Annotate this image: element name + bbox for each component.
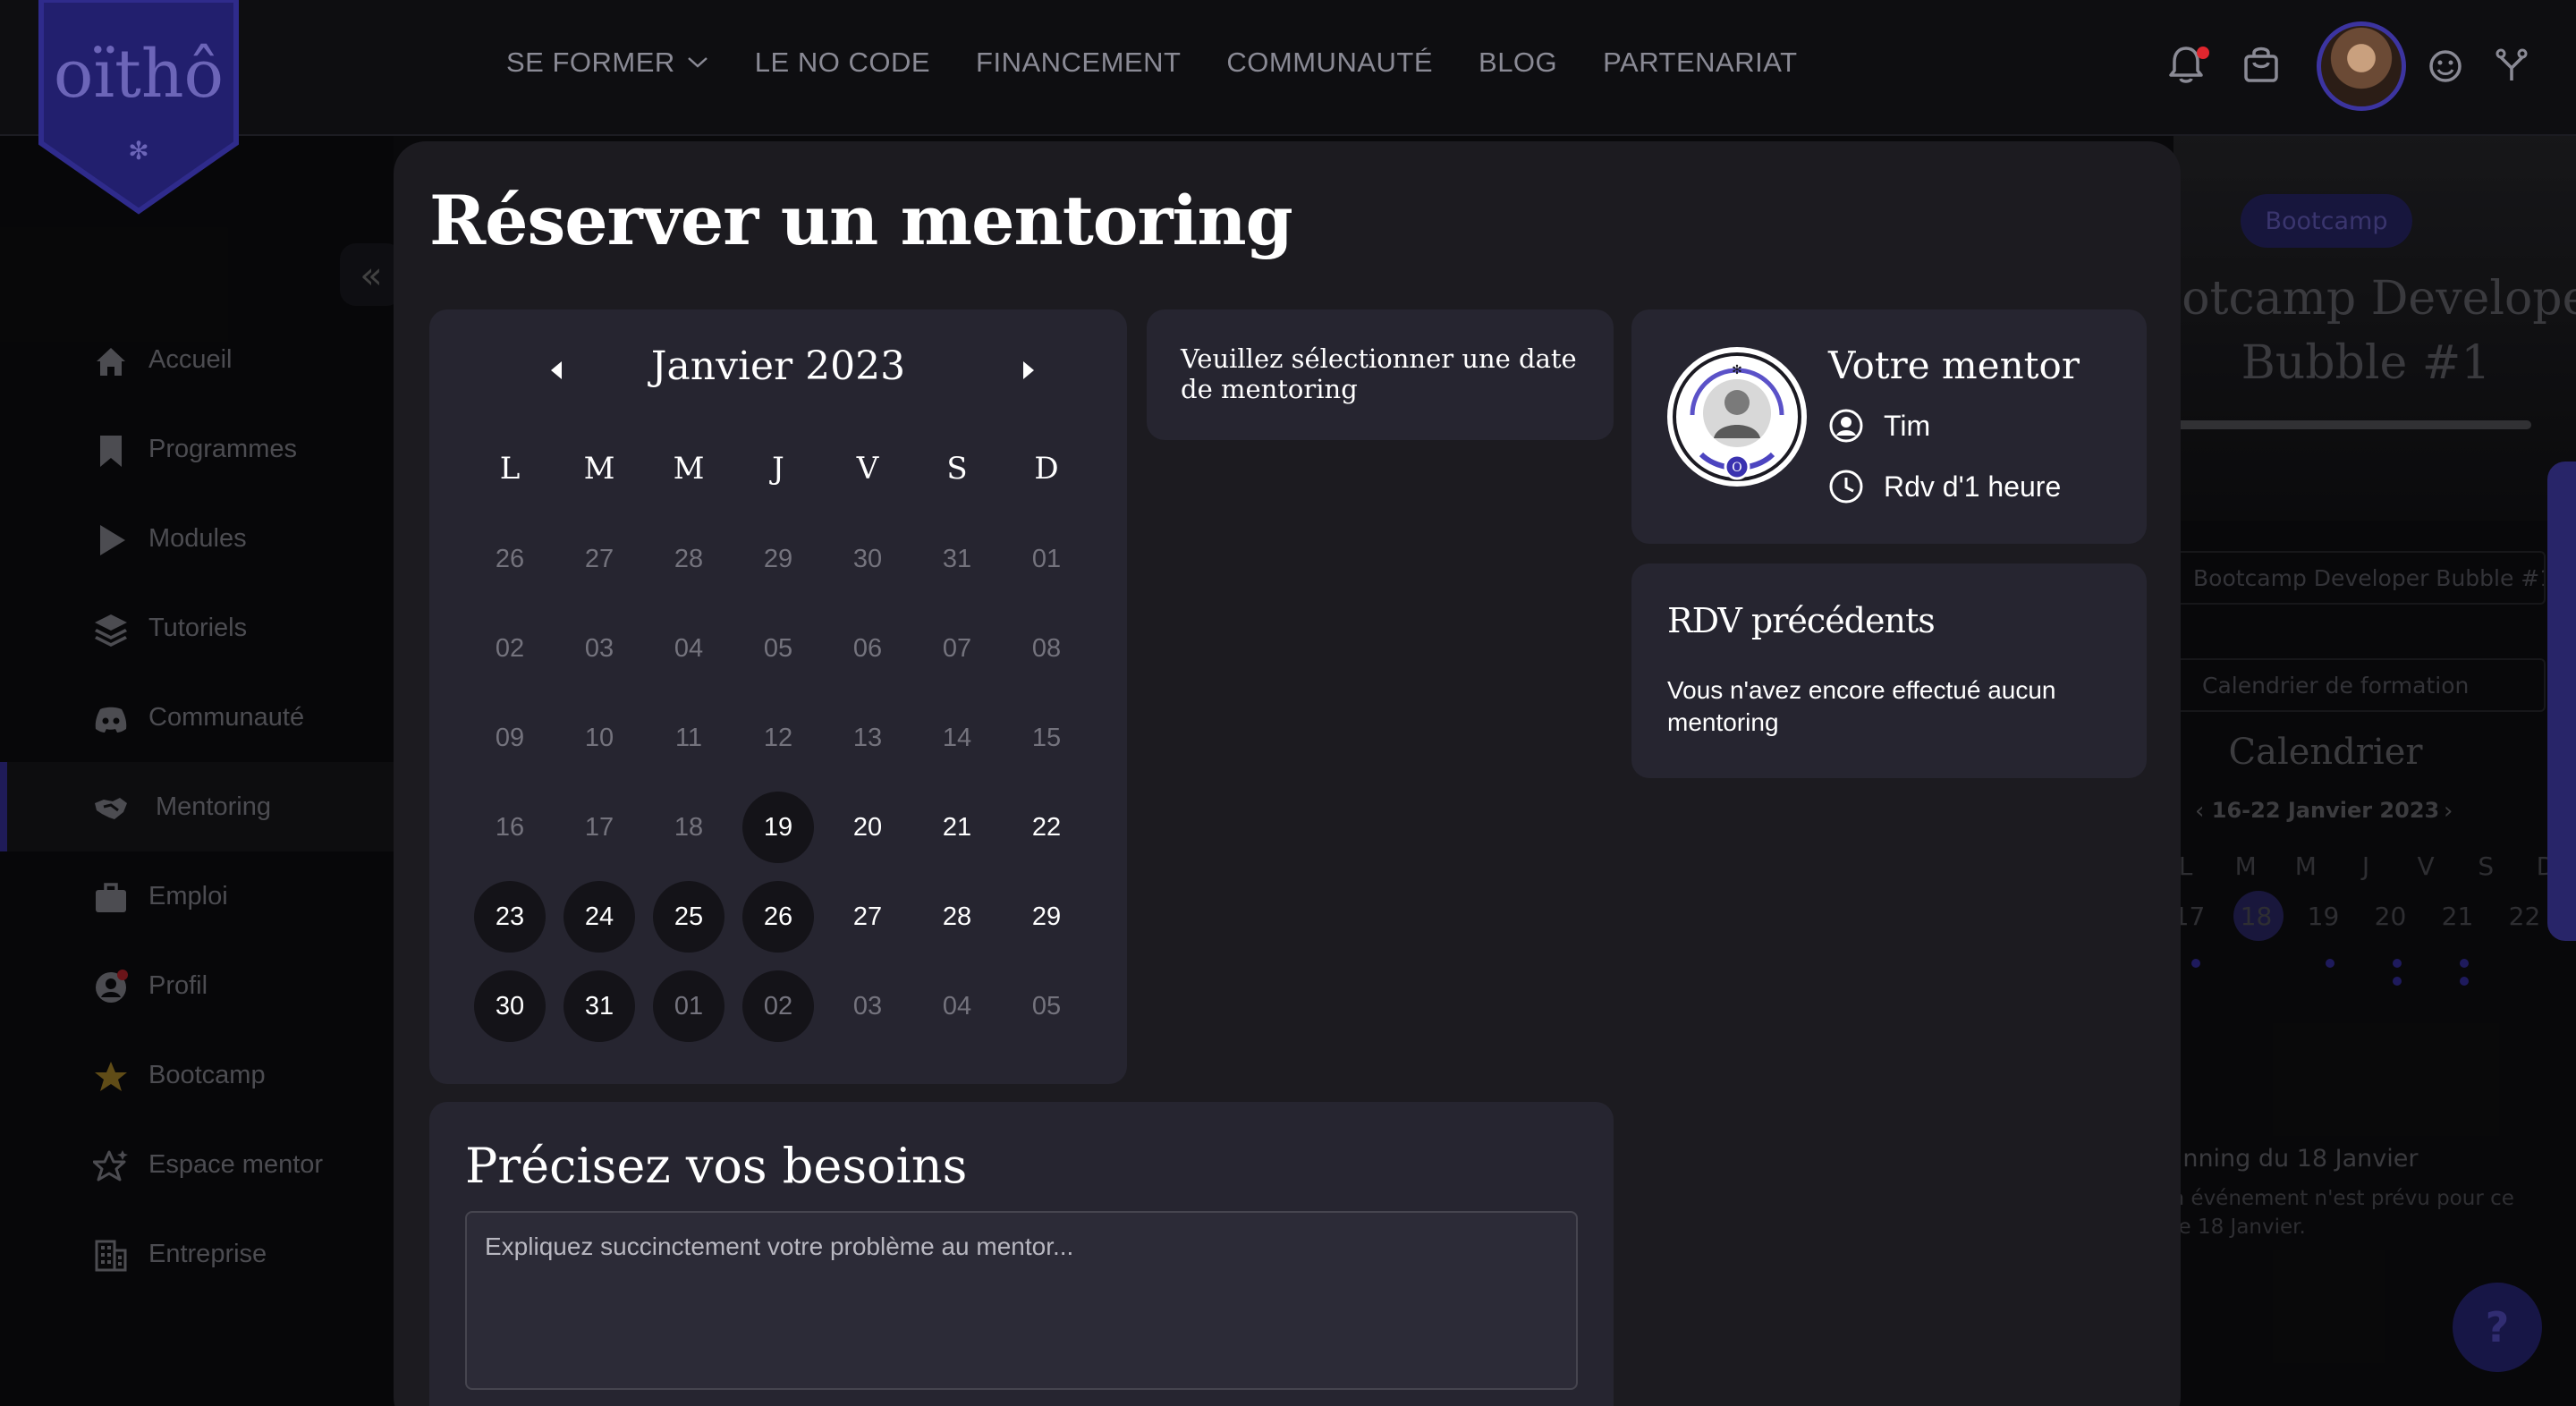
needs-card: Précisez vos besoins bbox=[429, 1102, 1614, 1406]
calendar-day: 16 bbox=[495, 812, 525, 842]
svg-text:O: O bbox=[1732, 461, 1741, 475]
booking-modal: Réserver un mentoring Janvier 2023 LMMJV… bbox=[394, 141, 2181, 1406]
mentor-photo: O ✻ bbox=[1665, 345, 1809, 488]
nav-label: PARTENARIAT bbox=[1603, 47, 1798, 78]
avatar[interactable] bbox=[2317, 21, 2406, 111]
nav-blog[interactable]: BLOG bbox=[1479, 47, 1557, 79]
notification-dot bbox=[2197, 47, 2209, 59]
mentor-name: Tim bbox=[1884, 409, 1931, 442]
mentor-duration-row: Rdv d'1 heure bbox=[1828, 469, 2061, 504]
calendar-day: 11 bbox=[674, 723, 703, 752]
calendar-day: 10 bbox=[584, 723, 614, 752]
calendar-day: 12 bbox=[763, 723, 793, 752]
shopping-bag-icon[interactable] bbox=[2241, 45, 2281, 84]
nav-label: BLOG bbox=[1479, 47, 1558, 78]
calendar-day: 27 bbox=[584, 544, 614, 573]
available-day[interactable]: 30 bbox=[474, 970, 546, 1042]
calendar-day: 08 bbox=[1031, 633, 1062, 663]
main-nav: SE FORMER LE NO CODE FINANCEMENT COMMUNA… bbox=[506, 47, 1843, 79]
logo-text: oïthô bbox=[54, 36, 224, 113]
calendar-day: 06 bbox=[852, 633, 883, 663]
othos-logo[interactable]: oïthô ✻ bbox=[38, 0, 240, 215]
calendar-day: 05 bbox=[1031, 991, 1062, 1021]
calendar-day: 02 bbox=[495, 633, 525, 663]
calendar-day: 13 bbox=[852, 723, 883, 752]
available-day[interactable]: 02 bbox=[742, 970, 814, 1042]
clock-icon bbox=[1829, 470, 1863, 504]
calendar-day: 28 bbox=[674, 544, 704, 573]
svg-text:✻: ✻ bbox=[128, 136, 148, 165]
date-prompt-card: Veuillez sélectionner une date de mentor… bbox=[1147, 309, 1614, 440]
mentor-name-row: Tim bbox=[1828, 408, 1930, 444]
weekday-label: M bbox=[673, 451, 705, 487]
mentor-title: Votre mentor bbox=[1828, 343, 2080, 387]
available-day[interactable]: 19 bbox=[742, 792, 814, 863]
weekday-label: D bbox=[1034, 451, 1059, 487]
previous-appointments-title: RDV précédents bbox=[1667, 601, 1936, 640]
calendar-day: 15 bbox=[1031, 723, 1062, 752]
weekday-label: V bbox=[856, 451, 879, 487]
calendar-day: 29 bbox=[763, 544, 793, 573]
calendar-day: 07 bbox=[942, 633, 972, 663]
calendar-day: 30 bbox=[852, 544, 883, 573]
next-month-button[interactable] bbox=[1020, 360, 1036, 381]
mentor-card: O ✻ Votre mentor Tim Rdv d'1 heure bbox=[1631, 309, 2147, 544]
calendar-day[interactable]: 21 bbox=[921, 792, 993, 863]
available-day[interactable]: 24 bbox=[564, 881, 635, 953]
date-prompt: Veuillez sélectionner une date de mentor… bbox=[1181, 343, 1577, 404]
nav-partenariat[interactable]: PARTENARIAT bbox=[1603, 47, 1797, 79]
calendar-day: 18 bbox=[674, 812, 704, 842]
nav-label: SE FORMER bbox=[506, 47, 675, 78]
weekday-label: M bbox=[583, 451, 615, 487]
user-circle-icon bbox=[1829, 409, 1863, 443]
nav-label: LE NO CODE bbox=[754, 47, 931, 78]
previous-appointments-card: RDV précédents Vous n'avez encore effect… bbox=[1631, 563, 2147, 778]
calendar-day[interactable]: 27 bbox=[832, 881, 903, 953]
nav-se-former[interactable]: SE FORMER bbox=[506, 47, 709, 79]
calendar-day[interactable]: 20 bbox=[832, 792, 903, 863]
calendar-day: 04 bbox=[674, 633, 704, 663]
calendar-day[interactable]: 22 bbox=[1011, 792, 1082, 863]
nav-label: COMMUNAUTÉ bbox=[1226, 47, 1434, 78]
available-day[interactable]: 25 bbox=[653, 881, 724, 953]
modal-title: Réserver un mentoring bbox=[429, 181, 1293, 260]
nav-financement[interactable]: FINANCEMENT bbox=[976, 47, 1181, 79]
available-day[interactable]: 26 bbox=[742, 881, 814, 953]
nav-le-no-code[interactable]: LE NO CODE bbox=[755, 47, 930, 79]
nav-communaute[interactable]: COMMUNAUTÉ bbox=[1226, 47, 1433, 79]
needs-title: Précisez vos besoins bbox=[465, 1138, 968, 1194]
calendar-day: 31 bbox=[942, 544, 972, 573]
calendar-day[interactable]: 28 bbox=[921, 881, 993, 953]
calendar-day: 03 bbox=[852, 991, 883, 1021]
calendar-day: 17 bbox=[584, 812, 614, 842]
caret-right-icon bbox=[1023, 361, 1034, 379]
calendar-day: 01 bbox=[1031, 544, 1062, 573]
needs-textarea[interactable] bbox=[465, 1211, 1578, 1390]
calendar-day: 05 bbox=[763, 633, 793, 663]
top-navigation: SE FORMER LE NO CODE FINANCEMENT COMMUNA… bbox=[0, 0, 2576, 136]
fork-icon[interactable] bbox=[2494, 47, 2529, 84]
calendar-day: 09 bbox=[495, 723, 525, 752]
booking-calendar: Janvier 2023 LMMJVSD 26 27 28 29 30 31 01 02 03 0… bbox=[429, 309, 1127, 1084]
calendar-day: 04 bbox=[942, 991, 972, 1021]
weekday-label: J bbox=[772, 451, 784, 487]
available-day[interactable]: 01 bbox=[653, 970, 724, 1042]
weekday-label: L bbox=[499, 451, 521, 487]
weekday-label: S bbox=[946, 451, 968, 487]
svg-text:✻: ✻ bbox=[1732, 363, 1742, 377]
chevron-down-icon bbox=[686, 55, 709, 70]
available-day[interactable]: 31 bbox=[564, 970, 635, 1042]
calendar-day: 03 bbox=[584, 633, 614, 663]
nav-label: FINANCEMENT bbox=[976, 47, 1182, 78]
calendar-day: 26 bbox=[495, 544, 525, 573]
mentor-duration: Rdv d'1 heure bbox=[1884, 470, 2062, 503]
calendar-day: 14 bbox=[942, 723, 972, 752]
available-day[interactable]: 23 bbox=[474, 881, 546, 953]
smiley-icon[interactable] bbox=[2428, 48, 2463, 84]
previous-appointments-text: Vous n'avez encore effectué aucun mentor… bbox=[1667, 676, 2056, 736]
calendar-day[interactable]: 29 bbox=[1011, 881, 1082, 953]
